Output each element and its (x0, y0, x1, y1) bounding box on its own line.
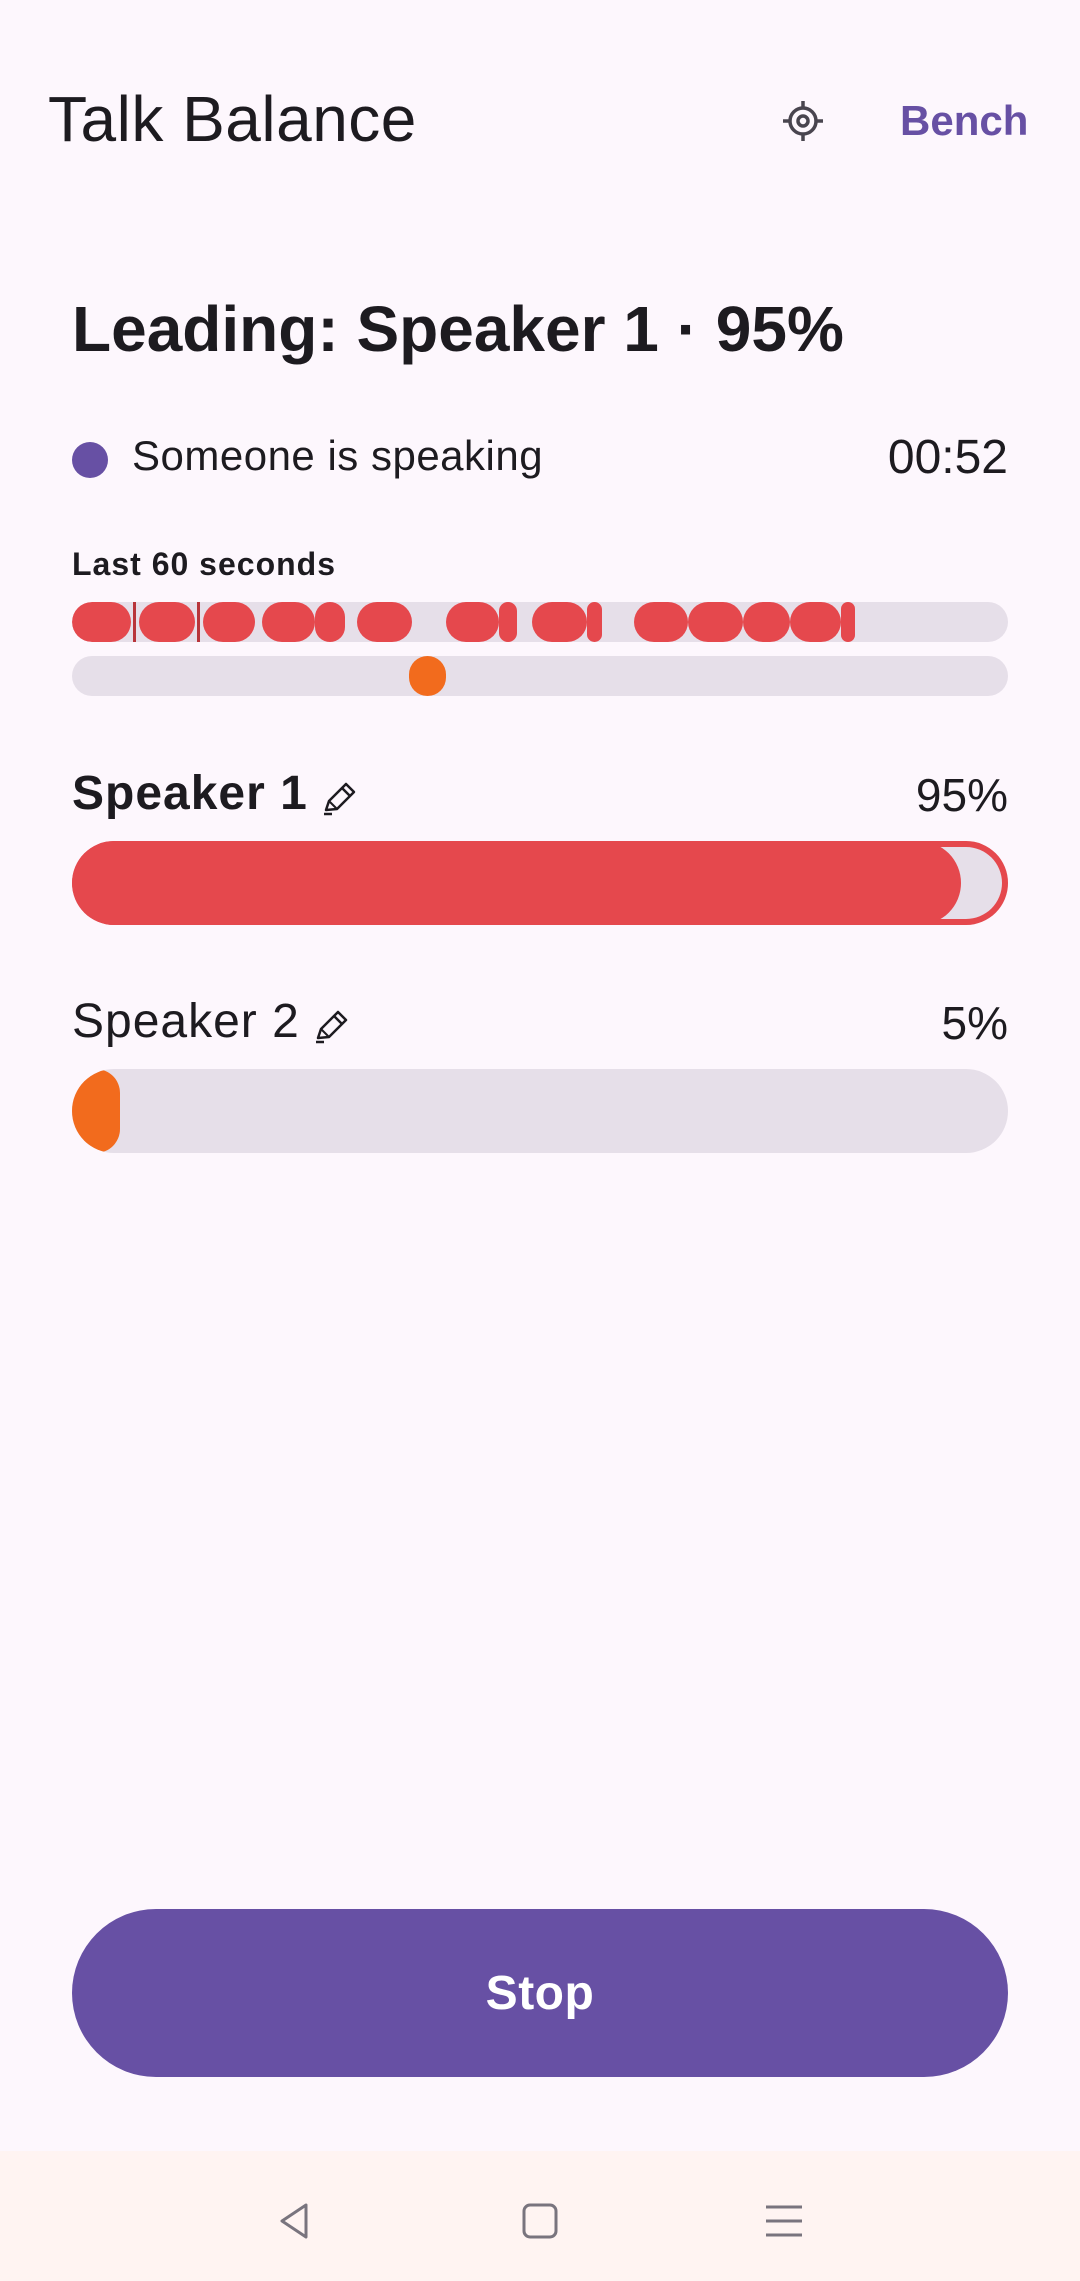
speaker-2-row: Speaker 2 5% (72, 988, 1008, 1058)
speaking-status: Someone is speaking 00:52 (72, 428, 1008, 488)
speaker-1-share-bar (72, 841, 1008, 925)
speaker-2-speech-segment (408, 656, 447, 696)
elapsed-timer: 00:52 (887, 431, 1008, 484)
speaker-1-speech-segment (532, 602, 587, 642)
speaker-1-percent: 95% (915, 769, 1008, 821)
speaker-2-name: Speaker 2 (72, 995, 300, 1048)
leading-headline: Leading: Speaker 1 · 95% (72, 293, 844, 365)
speaker-1-speech-segment (633, 602, 689, 642)
speaker-2-percent: 5% (941, 997, 1008, 1049)
speaker-1-speech-segment (139, 602, 196, 642)
speaker-1-speech-segment (262, 602, 316, 642)
speaker-1-timeline-track (72, 602, 1008, 642)
back-button[interactable] (264, 2191, 324, 2251)
home-button[interactable] (510, 2191, 570, 2251)
settings-button[interactable] (772, 90, 834, 152)
speaker-1-speech-segment (688, 602, 743, 642)
pencil-icon[interactable] (312, 1008, 350, 1046)
status-dot (72, 442, 108, 478)
segment-divider (132, 602, 136, 642)
home-icon (522, 2203, 558, 2239)
speaker-1-share-fill (72, 841, 962, 925)
speaker-2-share-bar (72, 1069, 1008, 1153)
system-nav-bar (0, 2151, 1080, 2281)
back-icon (280, 2203, 308, 2239)
segment-divider (196, 602, 200, 642)
speaker-1-speech-segment (357, 602, 413, 642)
gear-icon (783, 101, 823, 141)
menu-button[interactable] (754, 2191, 814, 2251)
app-title: Talk Balance (48, 83, 417, 155)
speaker-1-speech-segment (586, 602, 603, 642)
speaker-1-speech-segment (789, 602, 842, 642)
pencil-icon[interactable] (320, 780, 358, 818)
speaker-1-speech-segment (315, 602, 345, 642)
speaker-1-speech-segment (499, 602, 517, 642)
speaker-1-speech-segment (203, 602, 255, 642)
speaker-1-speech-segment (446, 602, 500, 642)
speaker-2-share-fill (72, 1069, 120, 1153)
speaker-1-speech-segment (742, 602, 790, 642)
menu-icon (766, 2205, 802, 2237)
speaker-2-timeline-track (72, 656, 1008, 696)
status-text: Someone is speaking (132, 432, 544, 479)
bench-button[interactable]: Bench (900, 90, 1028, 152)
app-bar: Talk Balance Bench (0, 60, 1080, 180)
speaker-1-speech-segment (72, 602, 132, 642)
speaker-1-speech-segment (841, 602, 856, 642)
stop-button[interactable]: Stop (72, 1909, 1008, 2077)
timeline-label: Last 60 seconds (72, 546, 336, 582)
speaker-1-name: Speaker 1 (72, 767, 308, 820)
speaker-1-row: Speaker 1 95% (72, 760, 1008, 830)
